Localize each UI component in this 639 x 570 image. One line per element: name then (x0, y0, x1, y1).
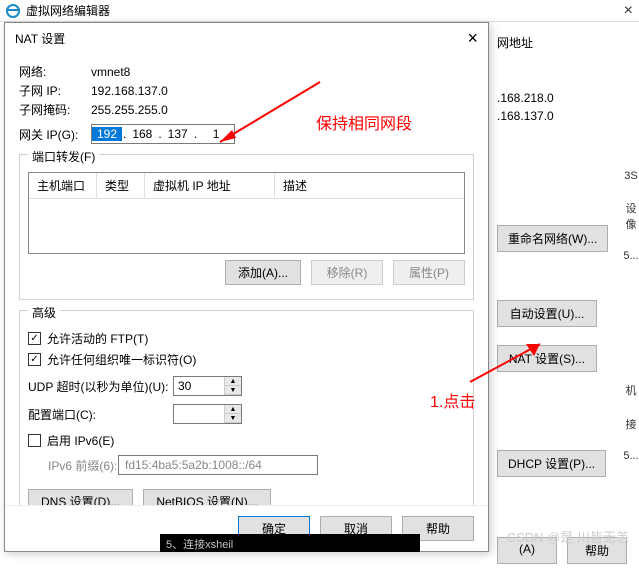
advanced-title: 高级 (28, 304, 60, 321)
ftp-label: 允许活动的 FTP(T) (47, 330, 148, 347)
dhcp-settings-button[interactable]: DHCP 设置(P)... (497, 450, 606, 477)
subnet-mask-value: 255.255.255.0 (91, 103, 168, 117)
subnet-ip-value: 192.168.137.0 (91, 84, 168, 98)
config-port-stepper[interactable]: ▲▼ (173, 404, 242, 424)
parent-title: 虚拟网络编辑器 (26, 2, 110, 19)
config-port-input[interactable] (174, 405, 224, 423)
bg-heading: 网地址 (497, 34, 627, 51)
udp-timeout-label: UDP 超时(以秒为单位)(U): (28, 378, 173, 395)
ip-octet-2[interactable]: 168 (127, 127, 157, 141)
app-icon (6, 4, 20, 18)
bg-ip-1: .168.218.0 (497, 91, 627, 105)
add-button[interactable]: 添加(A)... (225, 260, 301, 285)
subnet-ip-label: 子网 IP: (19, 82, 91, 99)
port-forward-title: 端口转发(F) (28, 148, 99, 165)
config-port-label: 配置端口(C): (28, 406, 173, 423)
ipv6-prefix-input: fd15:4ba5:5a2b:1008::/64 (118, 455, 318, 475)
terminal-strip: 5、连接xsheil (160, 534, 420, 552)
ipv6-prefix-label: IPv6 前缀(6): (28, 457, 118, 474)
side-char: 设像 (623, 200, 639, 232)
rename-network-button[interactable]: 重命名网络(W)... (497, 225, 608, 252)
ipv6-label: 启用 IPv6(E) (47, 432, 114, 449)
bg-ip-2: .168.137.0 (497, 109, 627, 123)
side-char: 5... (623, 450, 639, 462)
gateway-ip-label: 网关 IP(G): (19, 126, 91, 143)
auto-settings-button[interactable]: 自动设置(U)... (497, 300, 597, 327)
side-char: 5... (623, 250, 639, 262)
spin-down-icon[interactable]: ▼ (225, 414, 241, 423)
network-value: vmnet8 (91, 65, 130, 79)
col-vm-ip[interactable]: 虚拟机 IP 地址 (145, 173, 275, 198)
spin-down-icon[interactable]: ▼ (225, 386, 241, 395)
ip-octet-1[interactable]: 192 (92, 127, 122, 141)
network-label: 网络: (19, 63, 91, 80)
col-host-port[interactable]: 主机端口 (29, 173, 97, 198)
side-char: 机 (623, 382, 639, 398)
watermark: CSDN @是 川皆无恙 (507, 527, 629, 546)
org-checkbox[interactable]: ✓ (28, 353, 41, 366)
udp-timeout-stepper[interactable]: ▲▼ (173, 376, 242, 396)
port-forward-table[interactable]: 主机端口 类型 虚拟机 IP 地址 描述 (28, 172, 465, 254)
annotation-click: 1.点击 (430, 388, 475, 412)
ip-octet-3[interactable]: 137 (163, 127, 193, 141)
remove-button: 移除(R) (311, 260, 383, 285)
nat-settings-dialog: NAT 设置 × 网络:vmnet8 子网 IP:192.168.137.0 子… (4, 22, 489, 552)
spin-up-icon[interactable]: ▲ (225, 405, 241, 414)
netbios-settings-button[interactable]: NetBIOS 设置(N)... (143, 489, 270, 505)
ipv6-checkbox[interactable] (28, 434, 41, 447)
ip-octet-4[interactable]: 1 (198, 127, 234, 141)
subnet-mask-label: 子网掩码: (19, 101, 91, 118)
nat-settings-button[interactable]: NAT 设置(S)... (497, 345, 597, 372)
annotation-same-segment: 保持相同网段 (316, 110, 412, 134)
col-desc[interactable]: 描述 (275, 173, 464, 198)
close-icon[interactable]: × (467, 28, 478, 49)
dialog-title: NAT 设置 (15, 30, 65, 47)
properties-button: 属性(P) (393, 260, 465, 285)
udp-timeout-input[interactable] (174, 377, 224, 395)
ftp-checkbox[interactable]: ✓ (28, 332, 41, 345)
gateway-ip-input[interactable]: 192. 168. 137. 1 (91, 124, 235, 144)
side-char: 接 (623, 416, 639, 432)
org-label: 允许任何组织唯一标识符(O) (47, 351, 196, 368)
side-char: 3S (623, 170, 639, 182)
dns-settings-button[interactable]: DNS 设置(D)... (28, 489, 133, 505)
col-type[interactable]: 类型 (97, 173, 145, 198)
parent-close-icon[interactable]: × (624, 2, 633, 20)
spin-up-icon[interactable]: ▲ (225, 377, 241, 386)
